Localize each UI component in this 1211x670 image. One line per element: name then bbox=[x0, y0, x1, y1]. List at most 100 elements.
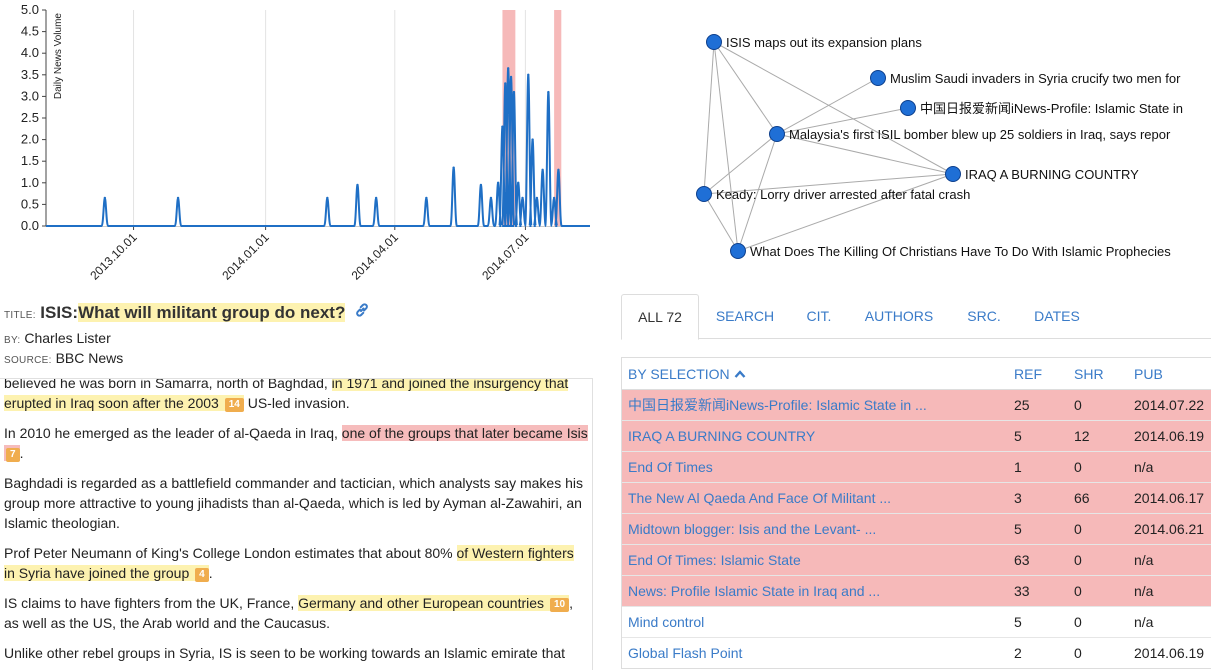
tab-all[interactable]: ALL 72 bbox=[621, 294, 699, 340]
network-node[interactable] bbox=[730, 243, 746, 259]
text: believed he was born in Samarra, north o… bbox=[4, 378, 332, 391]
y-axis-title: Daily News Volume bbox=[53, 13, 64, 100]
paragraph: believed he was born in Samarra, north o… bbox=[4, 378, 588, 413]
chevron-up-icon bbox=[734, 366, 746, 382]
tab-dates[interactable]: DATES bbox=[1023, 294, 1091, 338]
network-node-label[interactable]: What Does The Killing Of Christians Have… bbox=[750, 244, 1171, 259]
row-pub: 2014.06.19 bbox=[1128, 637, 1211, 668]
table-row[interactable]: Mind control 5 0 n/a bbox=[622, 606, 1211, 638]
table-row[interactable]: Midtown blogger: Isis and the Levant- ..… bbox=[622, 513, 1211, 545]
sort-by-selection-header[interactable]: BY SELECTION bbox=[622, 358, 1008, 390]
row-title-link[interactable]: Global Flash Point bbox=[622, 637, 1008, 668]
highlighted-quote[interactable]: Germany and other European countries 10 bbox=[298, 595, 570, 612]
citation-count-badge[interactable]: 10 bbox=[549, 598, 570, 612]
data-point bbox=[356, 183, 359, 187]
network-node[interactable] bbox=[870, 70, 886, 86]
table-row[interactable]: 中国日报爱新闻iNews-Profile: Islamic State in .… bbox=[622, 389, 1211, 421]
network-edge bbox=[703, 41, 715, 195]
source-name: BBC News bbox=[55, 350, 124, 366]
row-title-link[interactable]: End Of Times: Islamic State bbox=[622, 544, 1008, 576]
network-node-label[interactable]: ISIS maps out its expansion plans bbox=[726, 35, 922, 50]
y-tick-label: 1.0 bbox=[21, 175, 39, 190]
article-body-scroll[interactable]: believed he was born in Samarra, north o… bbox=[0, 378, 593, 670]
header-label: BY SELECTION bbox=[628, 365, 730, 382]
y-tick-label: 5.0 bbox=[21, 2, 39, 17]
paragraph: Baghdadi is regarded as a battlefield co… bbox=[4, 475, 583, 531]
data-point bbox=[517, 181, 520, 184]
row-shr: 0 bbox=[1068, 451, 1128, 483]
article-table: BY SELECTION REF SHR PUB 中国日报爱新闻iNews-Pr… bbox=[621, 357, 1211, 669]
row-title-link[interactable]: The New Al Qaeda And Face Of Militant ..… bbox=[622, 482, 1008, 514]
network-node-label[interactable]: Muslim Saudi invaders in Syria crucify t… bbox=[890, 71, 1181, 86]
data-point bbox=[326, 196, 329, 200]
row-ref: 25 bbox=[1008, 389, 1068, 421]
citation-count-badge[interactable]: 4 bbox=[195, 568, 209, 582]
data-point bbox=[425, 196, 428, 200]
network-node[interactable] bbox=[945, 166, 961, 182]
network-node[interactable] bbox=[706, 34, 722, 50]
x-tick-label: 2013.10.01 bbox=[87, 230, 140, 283]
text: In 2010 he emerged as the leader of al-Q… bbox=[4, 425, 342, 441]
network-node[interactable] bbox=[900, 100, 916, 116]
row-title-link[interactable]: End Of Times bbox=[622, 451, 1008, 483]
row-ref: 3 bbox=[1008, 482, 1068, 514]
row-pub: n/a bbox=[1128, 544, 1211, 576]
row-title-link[interactable]: News: Profile Islamic State in Iraq and … bbox=[622, 575, 1008, 607]
tab-search[interactable]: SEARCH bbox=[705, 294, 785, 338]
row-shr: 0 bbox=[1068, 575, 1128, 607]
tab-sources[interactable]: SRC. bbox=[953, 294, 1015, 338]
y-tick-label: 4.0 bbox=[21, 45, 39, 60]
network-edge bbox=[703, 133, 778, 195]
ref-column-header[interactable]: REF bbox=[1008, 358, 1068, 390]
row-title-link[interactable]: IRAQ A BURNING COUNTRY bbox=[622, 420, 1008, 452]
row-title-link[interactable]: 中国日报爱新闻iNews-Profile: Islamic State in .… bbox=[622, 389, 1008, 421]
row-pub: 2014.06.17 bbox=[1128, 482, 1211, 514]
network-edge bbox=[776, 77, 879, 135]
table-row[interactable]: End Of Times 1 0 n/a bbox=[622, 451, 1211, 483]
network-node-label[interactable]: Malaysia's first ISIL bomber blew up 25 … bbox=[789, 127, 1171, 142]
article-header: TITLE: ISIS:What will militant group do … bbox=[4, 298, 604, 368]
data-point bbox=[527, 73, 530, 77]
row-pub: 2014.07.22 bbox=[1128, 389, 1211, 421]
network-node-label[interactable]: Keady: Lorry driver arrested after fatal… bbox=[716, 187, 970, 202]
table-header-row: BY SELECTION REF SHR PUB bbox=[622, 358, 1211, 390]
data-point bbox=[557, 168, 560, 172]
quote-text: one of the groups that later became Isis bbox=[341, 425, 588, 441]
y-tick-label: 1.5 bbox=[21, 153, 39, 168]
paragraph: In 2010 he emerged as the leader of al-Q… bbox=[4, 423, 588, 463]
network-node[interactable] bbox=[769, 126, 785, 142]
row-ref: 63 bbox=[1008, 544, 1068, 576]
row-pub: 2014.06.21 bbox=[1128, 513, 1211, 545]
row-shr: 0 bbox=[1068, 606, 1128, 638]
author-name: Charles Lister bbox=[24, 330, 111, 346]
network-node[interactable] bbox=[696, 186, 712, 202]
row-shr: 0 bbox=[1068, 513, 1128, 545]
article-title-prefix: ISIS: bbox=[40, 303, 79, 322]
table-row[interactable]: End Of Times: Islamic State 63 0 n/a bbox=[622, 544, 1211, 576]
pub-column-header[interactable]: PUB bbox=[1128, 358, 1211, 390]
row-shr: 12 bbox=[1068, 420, 1128, 452]
tab-authors[interactable]: AUTHORS bbox=[853, 294, 945, 338]
row-pub: n/a bbox=[1128, 606, 1211, 638]
link-icon[interactable] bbox=[354, 299, 370, 329]
row-ref: 5 bbox=[1008, 420, 1068, 452]
data-point bbox=[504, 82, 507, 85]
table-row[interactable]: News: Profile Islamic State in Iraq and … bbox=[622, 575, 1211, 607]
row-ref: 2 bbox=[1008, 637, 1068, 668]
shr-column-header[interactable]: SHR bbox=[1068, 358, 1128, 390]
table-row[interactable]: The New Al Qaeda And Face Of Militant ..… bbox=[622, 482, 1211, 514]
table-row[interactable]: Global Flash Point 2 0 2014.06.19 bbox=[622, 637, 1211, 668]
row-title-link[interactable]: Midtown blogger: Isis and the Levant- ..… bbox=[622, 513, 1008, 545]
row-title-link[interactable]: Mind control bbox=[622, 606, 1008, 638]
text: Prof Peter Neumann of King's College Lon… bbox=[4, 545, 457, 561]
network-node-label[interactable]: 中国日报爱新闻iNews-Profile: Islamic State in bbox=[920, 101, 1183, 116]
y-tick-label: 4.5 bbox=[21, 24, 39, 39]
text: . bbox=[208, 565, 213, 581]
table-row[interactable]: IRAQ A BURNING COUNTRY 5 12 2014.06.19 bbox=[622, 420, 1211, 452]
data-point bbox=[506, 67, 510, 70]
citation-count-badge[interactable]: 7 bbox=[6, 448, 20, 462]
row-shr: 0 bbox=[1068, 389, 1128, 421]
network-node-label[interactable]: IRAQ A BURNING COUNTRY bbox=[965, 167, 1139, 182]
tab-citations[interactable]: CIT. bbox=[793, 294, 845, 338]
citation-count-badge[interactable]: 14 bbox=[224, 398, 244, 412]
